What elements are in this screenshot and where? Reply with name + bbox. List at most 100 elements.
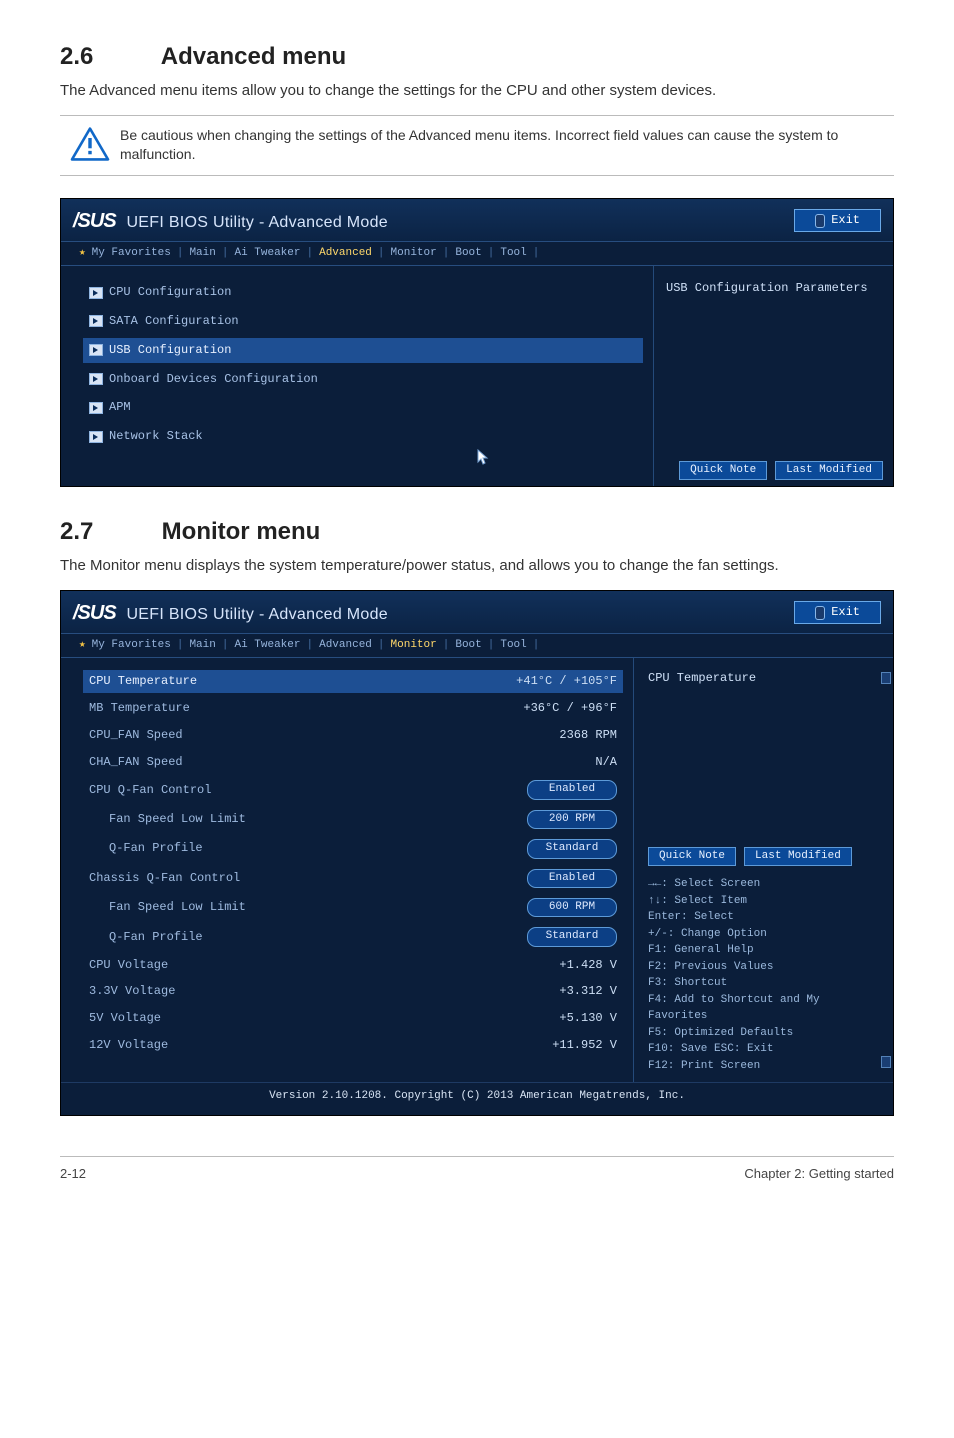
advanced-menu-item[interactable]: Onboard Devices Configuration <box>83 367 643 392</box>
exit-button[interactable]: Exit <box>794 209 881 232</box>
value-text: N/A <box>595 754 617 771</box>
tab-tool[interactable]: Tool <box>500 246 526 261</box>
tab-main[interactable]: Main <box>189 246 215 261</box>
hint-line: ↑↓: Select Item <box>648 893 881 910</box>
advanced-menu-item[interactable]: SATA Configuration <box>83 309 643 334</box>
value-pill[interactable]: 200 RPM <box>527 810 617 829</box>
monitor-row[interactable]: CPU Voltage+1.428 V <box>83 954 623 977</box>
monitor-row-label: 3.3V Voltage <box>89 983 175 1000</box>
hint-line: F2: Previous Values <box>648 959 881 976</box>
bios-tabs: ★ My Favorites| Main| Ai Tweaker| Advanc… <box>61 633 893 658</box>
monitor-row[interactable]: Fan Speed Low Limit 600 RPM <box>83 895 623 920</box>
monitor-row[interactable]: Q-Fan ProfileStandard <box>83 836 623 861</box>
monitor-row-label: Fan Speed Low Limit <box>109 811 246 828</box>
tab-ai-tweaker[interactable]: Ai Tweaker <box>234 246 300 261</box>
advanced-menu-item[interactable]: USB Configuration <box>83 338 643 363</box>
value-text: +1.428 V <box>559 957 617 974</box>
exit-button[interactable]: Exit <box>794 601 881 624</box>
tab-tool[interactable]: Tool <box>500 638 526 653</box>
hint-line: F12: Print Screen <box>648 1058 881 1075</box>
tab-monitor[interactable]: Monitor <box>391 246 437 261</box>
chevron-right-icon <box>89 287 103 299</box>
tab-monitor[interactable]: Monitor <box>391 638 437 653</box>
monitor-row[interactable]: CPU Temperature +41°C / +105°F <box>83 670 623 693</box>
monitor-list: CPU Temperature +41°C / +105°F MB Temperat… <box>61 658 633 1082</box>
mouse-icon <box>815 214 825 228</box>
menu-item-label: USB Configuration <box>109 342 231 359</box>
last-modified-button[interactable]: Last Modified <box>775 461 883 480</box>
advanced-help-pane: USB Configuration Parameters Quick Note … <box>653 266 893 486</box>
monitor-row[interactable]: MB Temperature +36°C / +96°F <box>83 697 623 720</box>
hint-line: F3: Shortcut <box>648 975 881 992</box>
bios-titlebar: /SUS UEFI BIOS Utility - Advanced Mode E… <box>61 199 893 241</box>
monitor-row[interactable]: Chassis Q-Fan ControlEnabled <box>83 866 623 891</box>
keyboard-hints: →←: Select Screen↑↓: Select ItemEnter: S… <box>648 876 881 1074</box>
monitor-row[interactable]: CHA_FAN Speed N/A <box>83 751 623 774</box>
scroll-down-icon[interactable] <box>881 1056 891 1068</box>
tab-my-favorites[interactable]: My Favorites <box>92 246 171 261</box>
bios-title: /SUS UEFI BIOS Utility - Advanced Mode <box>73 599 388 627</box>
star-icon: ★ <box>79 638 86 653</box>
value-text: +3.312 V <box>559 983 617 1000</box>
section-title: Monitor menu <box>162 518 321 545</box>
value-pill[interactable]: Standard <box>527 927 617 946</box>
tab-advanced[interactable]: Advanced <box>319 638 372 653</box>
advanced-menu-item[interactable]: Network Stack <box>83 424 643 449</box>
chevron-right-icon <box>89 402 103 414</box>
value-text: +11.952 V <box>552 1037 617 1054</box>
quick-note-button[interactable]: Quick Note <box>648 847 736 866</box>
hint-line: Enter: Select <box>648 909 881 926</box>
value-pill[interactable]: Standard <box>527 839 617 858</box>
help-title: CPU Temperature <box>648 670 881 687</box>
monitor-row-label: CPU Q-Fan Control <box>89 782 211 799</box>
quick-note-button[interactable]: Quick Note <box>679 461 767 480</box>
menu-item-label: Network Stack <box>109 428 203 445</box>
menu-item-label: APM <box>109 399 131 416</box>
value-text: +36°C / +96°F <box>523 700 617 717</box>
value-pill[interactable]: Enabled <box>527 780 617 799</box>
value-text: +41°C / +105°F <box>516 673 617 690</box>
chevron-right-icon <box>89 373 103 385</box>
hint-line: →←: Select Screen <box>648 876 881 893</box>
monitor-row-label: 12V Voltage <box>89 1037 168 1054</box>
value-text: 2368 RPM <box>559 727 617 744</box>
last-modified-button[interactable]: Last Modified <box>744 847 852 866</box>
monitor-row[interactable]: 3.3V Voltage +3.312 V <box>83 980 623 1003</box>
advanced-menu-list: CPU Configuration SATA Configuration USB C… <box>61 266 653 486</box>
tab-advanced[interactable]: Advanced <box>319 246 372 261</box>
advanced-menu-item[interactable]: CPU Configuration <box>83 280 643 305</box>
section-title: Advanced menu <box>161 43 346 70</box>
monitor-row[interactable]: Fan Speed Low Limit 200 RPM <box>83 807 623 832</box>
monitor-row[interactable]: 12V Voltage +11.952 V <box>83 1034 623 1057</box>
caution-text: Be cautious when changing the settings o… <box>120 126 894 165</box>
tab-main[interactable]: Main <box>189 638 215 653</box>
tab-boot[interactable]: Boot <box>455 246 481 261</box>
menu-item-label: Onboard Devices Configuration <box>109 371 318 388</box>
tab-my-favorites[interactable]: My Favorites <box>92 638 171 653</box>
value-pill[interactable]: 600 RPM <box>527 898 617 917</box>
chevron-right-icon <box>89 315 103 327</box>
tab-boot[interactable]: Boot <box>455 638 481 653</box>
monitor-row[interactable]: 5V Voltage+5.130 V <box>83 1007 623 1030</box>
mouse-cursor-icon <box>477 449 489 473</box>
monitor-row-label: CPU Temperature <box>89 673 197 690</box>
tab-ai-tweaker[interactable]: Ai Tweaker <box>234 638 300 653</box>
mouse-icon <box>815 606 825 620</box>
hint-line: +/-: Change Option <box>648 926 881 943</box>
chevron-right-icon <box>89 431 103 443</box>
page-number: 2-12 <box>60 1165 86 1183</box>
section-body: The Advanced menu items allow you to cha… <box>60 80 894 101</box>
advanced-menu-item[interactable]: APM <box>83 395 643 420</box>
monitor-row-label: MB Temperature <box>89 700 190 717</box>
monitor-row[interactable]: Q-Fan ProfileStandard <box>83 924 623 949</box>
chevron-right-icon <box>89 344 103 356</box>
menu-item-label: SATA Configuration <box>109 313 239 330</box>
value-pill[interactable]: Enabled <box>527 869 617 888</box>
monitor-row[interactable]: CPU_FAN Speed2368 RPM <box>83 724 623 747</box>
hint-line: F4: Add to Shortcut and My Favorites <box>648 992 881 1025</box>
monitor-row-label: Fan Speed Low Limit <box>109 899 246 916</box>
monitor-row[interactable]: CPU Q-Fan Control Enabled <box>83 777 623 802</box>
hint-line: F10: Save ESC: Exit <box>648 1041 881 1058</box>
scroll-up-icon[interactable] <box>881 672 891 684</box>
monitor-row-label: CHA_FAN Speed <box>89 754 183 771</box>
